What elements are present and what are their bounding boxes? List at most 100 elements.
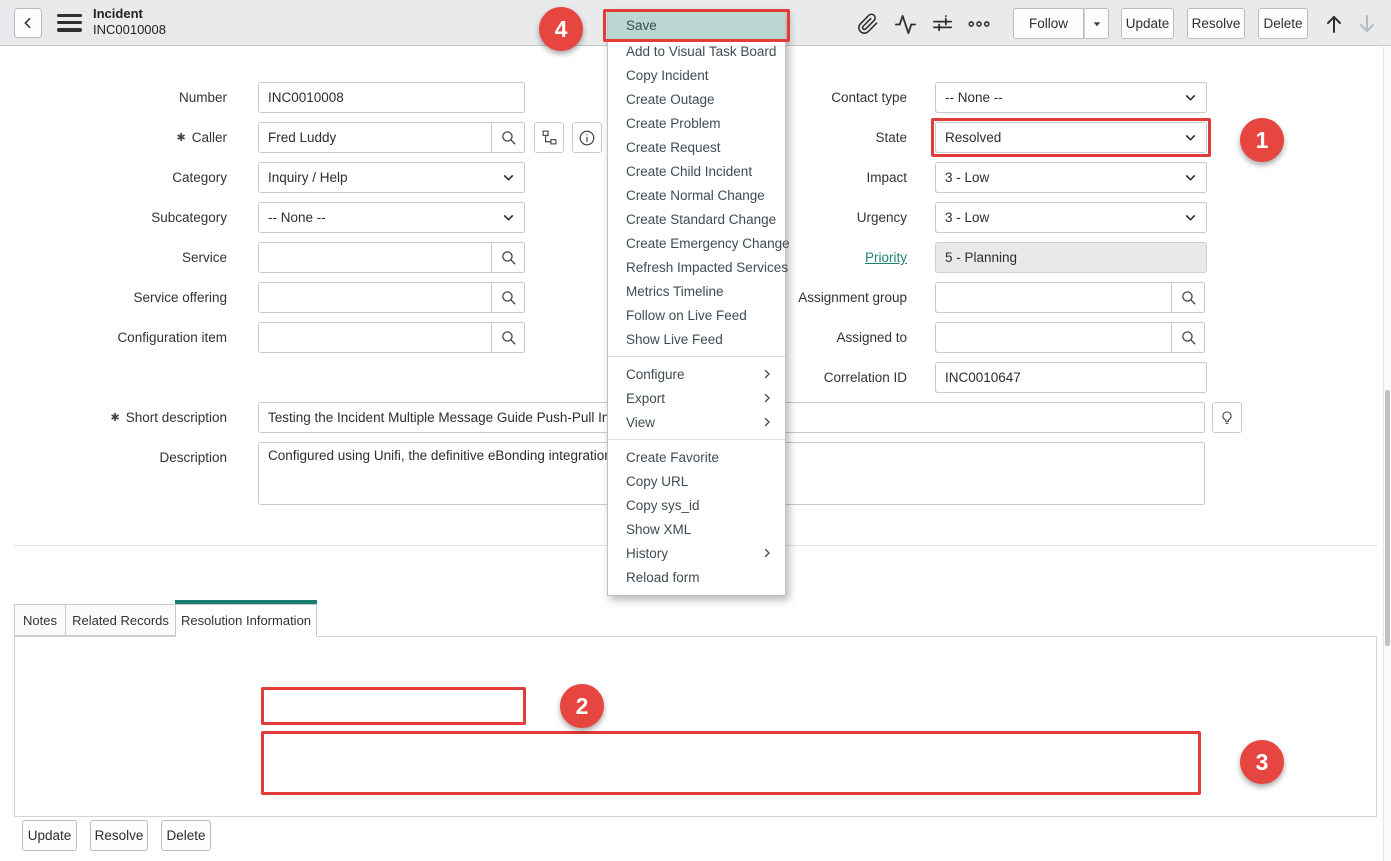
mandatory-icon: ✱ [176, 132, 186, 144]
menu-item-export[interactable]: Export [608, 386, 785, 410]
configuration-item-field [258, 322, 525, 353]
menu-item-view[interactable]: View [608, 410, 785, 434]
footer-delete-button[interactable]: Delete [161, 820, 211, 851]
category-select[interactable]: Inquiry / Help [258, 162, 525, 193]
personalize-form-icon[interactable] [930, 12, 954, 36]
impact-select[interactable]: 3 - Low [935, 162, 1207, 193]
tab-resolution-information[interactable]: Resolution Information [175, 604, 317, 637]
menu-item-save[interactable]: Save [608, 11, 785, 39]
menu-item-create-outage[interactable]: Create Outage [608, 87, 785, 111]
service-offering-field [258, 282, 525, 313]
follow-dropdown-button[interactable] [1084, 8, 1109, 39]
update-button[interactable]: Update [1121, 8, 1174, 39]
incident-form-screen: Incident INC0010008 Follow Update Resolv… [0, 0, 1391, 861]
priority-link[interactable]: Priority [865, 250, 907, 265]
subcategory-select[interactable]: -- None -- [258, 202, 525, 233]
menu-item-follow-on-live-feed[interactable]: Follow on Live Feed [608, 303, 785, 327]
caller-info-icon[interactable] [572, 122, 602, 153]
number-input[interactable] [258, 82, 525, 113]
menu-item-copy-incident[interactable]: Copy Incident [608, 63, 785, 87]
service-offering-input[interactable] [258, 282, 492, 313]
chevron-down-icon [1184, 171, 1197, 184]
annotation-badge-3: 3 [1240, 740, 1284, 784]
next-record-icon[interactable] [1355, 12, 1379, 36]
menu-item-copy-sys-id[interactable]: Copy sys_id [608, 493, 785, 517]
state-select[interactable]: Resolved [935, 122, 1207, 153]
chevron-down-icon [1184, 131, 1197, 144]
assignment-group-search-icon[interactable] [1172, 282, 1205, 313]
subcategory-label: Subcategory [151, 210, 227, 225]
caller-field [258, 122, 525, 153]
footer-update-button[interactable]: Update [22, 820, 77, 851]
assignment-group-field [935, 282, 1205, 313]
menu-item-reload-form[interactable]: Reload form [608, 565, 785, 589]
number-label: Number [178, 90, 227, 105]
active-tab-indicator [175, 600, 317, 604]
priority-readonly-field [935, 242, 1207, 273]
delete-button[interactable]: Delete [1258, 8, 1308, 39]
service-field [258, 242, 525, 273]
record-type-label: Incident [93, 6, 143, 21]
tab-related-records[interactable]: Related Records [65, 604, 176, 636]
menu-separator [608, 439, 785, 440]
back-button[interactable] [14, 8, 42, 38]
attachment-icon[interactable] [856, 12, 880, 36]
service-search-icon[interactable] [492, 242, 525, 273]
service-input[interactable] [258, 242, 492, 273]
suggestion-lightbulb-icon[interactable] [1212, 402, 1242, 433]
contact-type-select[interactable]: -- None -- [935, 82, 1207, 113]
context-menu-icon[interactable] [57, 14, 82, 32]
menu-item-history[interactable]: History [608, 541, 785, 565]
menu-item-create-standard-change[interactable]: Create Standard Change [608, 207, 785, 231]
tab-notes[interactable]: Notes [14, 604, 66, 636]
record-title: Incident INC0010008 [93, 6, 166, 38]
caller-hierarchy-icon[interactable] [534, 122, 564, 153]
activity-stream-icon[interactable] [893, 12, 917, 36]
scrollbar-thumb[interactable] [1385, 390, 1390, 646]
follow-button[interactable]: Follow [1013, 8, 1084, 39]
caller-input[interactable] [258, 122, 492, 153]
submenu-arrow-icon [761, 547, 773, 559]
caller-search-icon[interactable] [492, 122, 525, 153]
menu-item-create-child-incident[interactable]: Create Child Incident [608, 159, 785, 183]
menu-item-refresh-impacted-services[interactable]: Refresh Impacted Services [608, 255, 788, 279]
caller-label: ✱ Caller [176, 130, 227, 145]
menu-item-metrics-timeline[interactable]: Metrics Timeline [608, 279, 785, 303]
description-label: Description [159, 450, 227, 465]
annotation-badge-2: 2 [560, 684, 604, 728]
menu-item-show-xml[interactable]: Show XML [608, 517, 785, 541]
assigned-to-search-icon[interactable] [1172, 322, 1205, 353]
menu-item-create-problem[interactable]: Create Problem [608, 111, 785, 135]
menu-item-create-emergency-change[interactable]: Create Emergency Change [608, 231, 790, 255]
menu-item-create-favorite[interactable]: Create Favorite [608, 445, 785, 469]
urgency-select[interactable]: 3 - Low [935, 202, 1207, 233]
assignment-group-input[interactable] [935, 282, 1172, 313]
annotation-badge-1: 1 [1240, 118, 1284, 162]
configuration-item-search-icon[interactable] [492, 322, 525, 353]
more-options-icon[interactable] [967, 12, 991, 36]
category-label: Category [172, 170, 227, 185]
correlation-id-input[interactable] [935, 362, 1207, 393]
menu-item-configure[interactable]: Configure [608, 362, 785, 386]
menu-item-show-live-feed[interactable]: Show Live Feed [608, 327, 785, 351]
service-offering-search-icon[interactable] [492, 282, 525, 313]
submenu-arrow-icon [761, 392, 773, 404]
record-number-label: INC0010008 [93, 22, 166, 37]
footer-resolve-button[interactable]: Resolve [90, 820, 148, 851]
menu-item-copy-url[interactable]: Copy URL [608, 469, 785, 493]
configuration-item-input[interactable] [258, 322, 492, 353]
menu-separator [608, 356, 785, 357]
resolve-button[interactable]: Resolve [1187, 8, 1245, 39]
chevron-down-icon [1184, 91, 1197, 104]
assigned-to-input[interactable] [935, 322, 1172, 353]
chevron-down-icon [502, 171, 515, 184]
vertical-scrollbar[interactable] [1383, 47, 1391, 861]
configuration-item-label: Configuration item [117, 330, 227, 345]
previous-record-icon[interactable] [1322, 12, 1346, 36]
submenu-arrow-icon [761, 416, 773, 428]
menu-item-create-request[interactable]: Create Request [608, 135, 785, 159]
chevron-down-icon [502, 211, 515, 224]
menu-item-create-normal-change[interactable]: Create Normal Change [608, 183, 785, 207]
menu-item-add-to-visual-task-board[interactable]: Add to Visual Task Board [608, 39, 785, 63]
service-offering-label: Service offering [133, 290, 227, 305]
